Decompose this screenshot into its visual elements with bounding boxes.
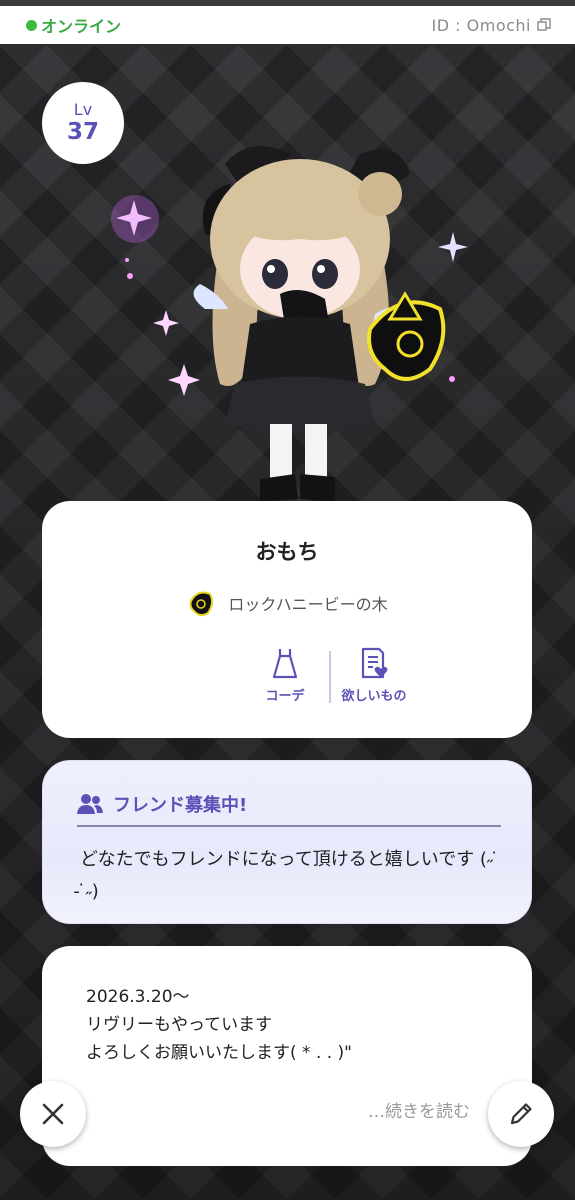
bio-text: 2026.3.20〜 リヴリーもやっています よろしくお願いいたします( * .… (86, 983, 352, 1067)
people-icon (77, 794, 103, 814)
dress-icon (272, 649, 298, 679)
profile-stage: Lv 37 おもち ロックハニービーの木 コーデ 欲しいもの フレンド募集中! … (0, 44, 575, 1200)
bio-line: よろしくお願いいたします( * . . )" (86, 1043, 353, 1063)
coordinate-button[interactable]: コーデ (235, 647, 335, 707)
online-dot-icon (26, 19, 37, 31)
read-more-link[interactable]: …続きを読む (368, 1097, 470, 1122)
action-row: コーデ 欲しいもの (42, 647, 532, 707)
copy-icon[interactable] (537, 18, 551, 32)
friend-recruit-title: フレンド募集中! (113, 795, 248, 816)
friend-recruit-header: フレンド募集中! (77, 791, 247, 817)
wishlist-button[interactable]: 欲しいもの (324, 647, 424, 707)
friend-divider (77, 825, 501, 827)
bio-card[interactable]: 2026.3.20〜 リヴリーもやっています よろしくお願いいたします( * .… (42, 946, 532, 1166)
friend-recruit-card: フレンド募集中! どなたでもフレンドになって頂けると嬉しいです (˶ ̇ ̵ ̇… (42, 760, 532, 924)
bio-line: リヴリーもやっています (86, 1015, 273, 1035)
online-label: オンライン (41, 17, 122, 36)
close-icon (42, 1103, 64, 1125)
tree-label: ロックハニービーの木 (228, 595, 388, 614)
avatar-illustration (111, 146, 468, 502)
user-id-text: ID : Omochi (431, 15, 531, 35)
coordinate-label: コーデ (265, 689, 305, 704)
tree-row[interactable]: ロックハニービーの木 (42, 587, 532, 619)
wishlist-label: 欲しいもの (341, 689, 407, 704)
online-status: オンライン (26, 13, 121, 37)
profile-name: おもち (255, 540, 319, 564)
close-button[interactable] (20, 1081, 86, 1147)
status-bar: オンライン ID : Omochi (0, 6, 575, 44)
rock-honey-bee-tree-icon (189, 591, 214, 617)
user-id[interactable]: ID : Omochi (432, 16, 551, 35)
edit-button[interactable] (488, 1081, 554, 1147)
level-value: 37 (66, 119, 99, 145)
level-label: Lv (73, 100, 93, 119)
profile-card: おもち ロックハニービーの木 コーデ 欲しいもの (42, 501, 532, 738)
friend-recruit-message: どなたでもフレンドになって頂けると嬉しいです (˶ ̇ ̵ ̇˶) (80, 849, 499, 902)
wishlist-icon (361, 647, 388, 679)
pencil-icon (510, 1103, 532, 1125)
bio-line: 2026.3.20〜 (86, 987, 190, 1007)
